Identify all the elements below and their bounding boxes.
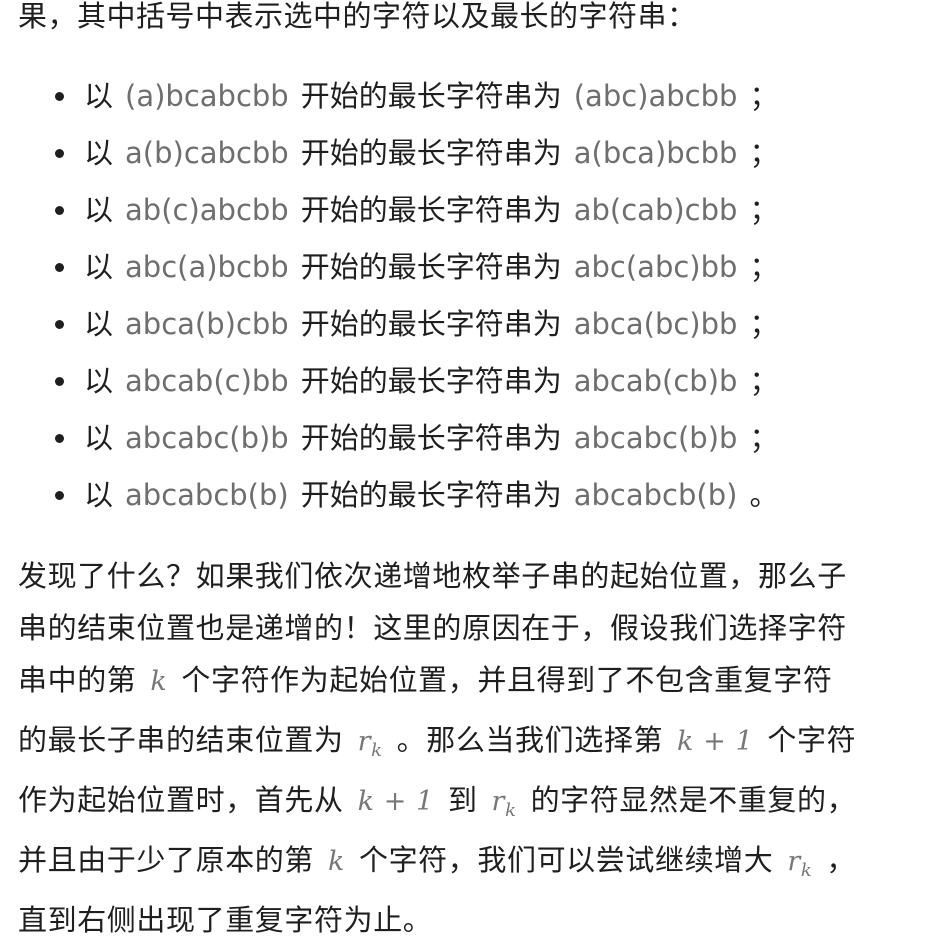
prefix: 以 — [84, 421, 114, 455]
math-r-k: rk — [478, 786, 531, 821]
middle-text: 开始的最长字符串为 — [300, 79, 562, 113]
math-k: k — [328, 846, 345, 877]
paragraph-line: 直到右侧出现了重复字符为止。 — [18, 903, 433, 937]
end-punct: ； — [749, 136, 779, 170]
list-item-text: 以 abcabcb(b) 开始的最长字符串为 abcabcb(b) 。 — [84, 473, 778, 517]
bullet-dot — [55, 320, 64, 329]
result-string: abcabcb(b) — [573, 478, 738, 512]
text-run: ， — [826, 843, 857, 877]
bullet-dot — [55, 377, 64, 386]
text-run: 个字符，我们可以尝试继续增大 — [358, 843, 774, 877]
start-string: ab(c)abcbb — [125, 193, 289, 227]
middle-text: 开始的最长字符串为 — [300, 136, 562, 170]
bullet-dot — [55, 491, 64, 500]
paragraph-line: 的最长子串的结束位置为 rk 。那么当我们选择第 k + 1 个字符 — [18, 720, 928, 780]
text-run: 的字符显然是不重复的， — [530, 783, 857, 817]
paragraph-line: 串的结束位置也是递增的！这里的原因在于，假设我们选择字符 — [18, 611, 847, 645]
result-string: abca(bc)bb — [573, 307, 738, 341]
middle-text: 开始的最长字符串为 — [300, 364, 562, 398]
list-item-text: 以 abcab(c)bb 开始的最长字符串为 abcab(cb)b ； — [84, 359, 778, 403]
start-string: abc(a)bcbb — [125, 250, 289, 284]
math-k: k — [150, 666, 168, 697]
list-item-text: 以 ab(c)abcbb 开始的最长字符串为 ab(cab)cbb ； — [84, 188, 778, 232]
start-string: abcabcb(b) — [125, 478, 289, 512]
end-punct: ； — [749, 193, 779, 227]
bullet-dot — [55, 263, 64, 272]
list-item-text: 以 abca(b)cbb 开始的最长字符串为 abca(bc)bb ； — [84, 302, 778, 346]
paragraph-line: 作为起始位置时，首先从 k + 1 到 rk 的字符显然是不重复的， — [18, 780, 928, 840]
text-run: 作为起始位置时，首先从 — [18, 783, 344, 817]
text-run: 。那么当我们选择第 — [396, 723, 664, 757]
list-item-text: 以 abc(a)bcbb 开始的最长字符串为 abc(abc)bb ； — [84, 245, 778, 289]
middle-text: 开始的最长字符串为 — [300, 421, 562, 455]
list-item-text: 以 abcabc(b)b 开始的最长字符串为 abcabc(b)b ； — [84, 416, 778, 460]
text-run: 串中的第 — [18, 663, 137, 697]
middle-text: 开始的最长字符串为 — [300, 250, 562, 284]
middle-text: 开始的最长字符串为 — [300, 193, 562, 227]
result-string: abcabc(b)b — [573, 421, 738, 455]
start-string: abca(b)cbb — [125, 307, 289, 341]
start-string: abcabc(b)b — [125, 421, 289, 455]
end-punct: ； — [749, 250, 779, 284]
math-k-plus-1: k + 1 — [677, 726, 754, 757]
end-punct: ； — [749, 364, 779, 398]
math-subscript: k — [800, 860, 813, 881]
middle-text: 开始的最长字符串为 — [300, 307, 562, 341]
text-run: 到 — [447, 783, 478, 817]
text-run: 的最长子串的结束位置为 — [18, 723, 344, 757]
document: 果，其中括号中表示选中的字符以及最长的字符串： 以 (a)bcabcbb 开始的最长… — [0, 0, 942, 944]
prefix: 以 — [84, 136, 114, 170]
end-punct: ； — [749, 79, 779, 113]
paragraph-line: 发现了什么？如果我们依次递增地枚举子串的起始位置，那么子 — [18, 559, 847, 593]
end-punct: ； — [749, 307, 779, 341]
result-string: a(bca)bcbb — [573, 136, 738, 170]
text-run: 个字符 — [767, 723, 857, 757]
start-string: abcab(c)bb — [125, 364, 289, 398]
start-string: a(b)cabcbb — [125, 136, 289, 170]
prefix: 以 — [84, 193, 114, 227]
text-run: 个字符作为起始位置，并且得到了不包含重复字符 — [181, 663, 833, 697]
result-string: abcab(cb)b — [573, 364, 738, 398]
middle-text: 开始的最长字符串为 — [300, 478, 562, 512]
math-subscript: k — [505, 800, 517, 821]
result-string: (abc)abcbb — [573, 79, 738, 113]
bullet-dot — [55, 434, 64, 443]
prefix: 以 — [84, 250, 114, 284]
math-r: r — [787, 846, 801, 877]
math-k-plus-1: k + 1 — [357, 786, 434, 817]
math-r: r — [357, 726, 372, 757]
math-subscript: k — [371, 740, 383, 761]
prefix: 以 — [84, 364, 114, 398]
prefix: 以 — [84, 478, 114, 512]
result-string: ab(cab)cbb — [573, 193, 738, 227]
math-r-k: rk — [773, 846, 826, 881]
prefix: 以 — [84, 307, 114, 341]
text-run: 并且由于少了原本的第 — [18, 843, 315, 877]
list-item-text: 以 a(b)cabcbb 开始的最长字符串为 a(bca)bcbb ； — [84, 131, 778, 175]
list-item-text: 以 (a)bcabcbb 开始的最长字符串为 (abc)abcbb ； — [84, 74, 778, 118]
intro-text: 果，其中括号中表示选中的字符以及最长的字符串： — [18, 0, 697, 33]
result-string: abc(abc)bb — [573, 250, 738, 284]
paragraph-line: 串中的第 k 个字符作为起始位置，并且得到了不包含重复字符 — [18, 660, 928, 720]
end-punct: ； — [749, 421, 779, 455]
start-string: (a)bcabcbb — [125, 79, 289, 113]
paragraph-line: 并且由于少了原本的第 k 个字符，我们可以尝试继续增大 rk， — [18, 840, 928, 900]
end-punct: 。 — [749, 478, 779, 512]
prefix: 以 — [84, 79, 114, 113]
bullet-dot — [55, 92, 64, 101]
math-r-k: rk — [344, 726, 397, 761]
math-r: r — [491, 786, 506, 817]
bullet-dot — [55, 149, 64, 158]
bullet-dot — [55, 206, 64, 215]
explanation-paragraph: 发现了什么？如果我们依次递增地枚举子串的起始位置，那么子 串的结束位置也是递增的… — [18, 556, 928, 952]
